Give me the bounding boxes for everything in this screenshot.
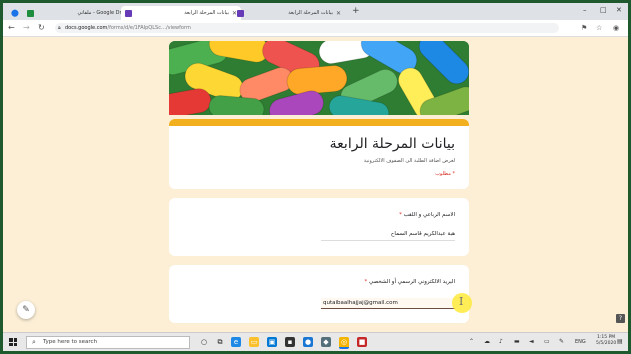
taskbar-clock[interactable]: 1:15 PM 5/5/2020 (596, 335, 616, 347)
question-text: الاسم الرباعي و اللقب (403, 212, 455, 218)
profile-icon[interactable]: ◉ (613, 24, 619, 32)
notifications-icon[interactable]: ▤ (617, 338, 623, 345)
volume-icon[interactable]: ◄ (529, 338, 534, 345)
taskbar-search-box[interactable]: ⌕ Type here to search (26, 336, 190, 349)
clock-date: 5/5/2020 (596, 341, 617, 346)
address-bar[interactable]: 🔒︎ docs.google.com/forms/d/e/1FAIpQLSc…/… (55, 23, 559, 33)
browser-tab-bar: ⬤ Google Drive - ملفاتي ✕ بيانات المرحلة… (3, 3, 628, 20)
tab-form-2[interactable]: بيانات المرحلة الرابعة ✕ (233, 6, 345, 20)
window-close-button[interactable]: ✕ (616, 6, 622, 14)
edge-icon[interactable]: e (231, 337, 241, 347)
pen-icon[interactable]: ✎ (559, 338, 564, 345)
question-label: البريد الالكتروني الرسمي أو الشخصي * (365, 279, 455, 285)
network-icon[interactable]: ▬ (514, 338, 520, 345)
email-answer-field[interactable] (321, 298, 455, 309)
question-card-email: البريد الالكتروني الرسمي أو الشخصي * (169, 265, 469, 323)
task-view-icon[interactable]: ⧉ (215, 337, 225, 347)
forward-icon[interactable]: → (23, 23, 30, 32)
form-title: بيانات المرحلة الرابعة (329, 136, 455, 152)
tab-title: Google Drive - ملفاتي (77, 10, 129, 16)
battery-icon[interactable]: ▭ (544, 338, 550, 345)
required-asterisk: * (364, 279, 368, 285)
new-tab-button[interactable]: + (352, 6, 360, 16)
text-cursor-icon: I (459, 295, 464, 308)
mouse-cursor-highlight: I (452, 293, 472, 313)
windows-taskbar: ⌕ Type here to search ○ ⧉ e ▭ ▣ ▪ ● ◆ ◎ … (3, 332, 628, 351)
candy-header-illustration (169, 41, 469, 115)
chrome-icon[interactable]: ◎ (339, 337, 349, 349)
app-icon[interactable]: ▪ (285, 337, 295, 347)
question-text: البريد الالكتروني الرسمي أو الشخصي (369, 279, 455, 285)
tray-cloud-icon[interactable]: ☁ (484, 338, 490, 345)
tray-chevron-icon[interactable]: ⌃ (469, 338, 474, 345)
name-answer-field[interactable]: هبة عبدالكريم قاسم السماح (321, 231, 455, 241)
minimize-button[interactable]: – (583, 6, 587, 14)
screen: ⬤ Google Drive - ملفاتي ✕ بيانات المرحلة… (3, 3, 628, 351)
form-header-image (169, 41, 469, 115)
required-note: * مطلوب (435, 171, 455, 177)
help-icon[interactable]: ? (616, 314, 625, 323)
tab-title: بيانات المرحلة الرابعة (184, 10, 229, 16)
form-title-card: بيانات المرحلة الرابعة لغرض اضافة الطلبة… (169, 119, 469, 189)
required-asterisk: * (399, 212, 402, 218)
question-label: الاسم الرباعي و اللقب * (399, 212, 455, 218)
app-icon-gray[interactable]: ◆ (321, 337, 331, 347)
reload-icon[interactable]: ↻ (38, 23, 45, 32)
tab-title: بيانات المرحلة الرابعة (288, 10, 333, 16)
language-indicator[interactable]: ENG (575, 339, 586, 345)
store-icon[interactable]: ▣ (267, 337, 277, 347)
edit-pencil-icon[interactable]: ✎ (17, 301, 35, 319)
url-path: /forms/d/e/1FAIpQLSc…/viewform (107, 25, 191, 31)
app-icon-red[interactable]: ■ (357, 337, 367, 347)
translate-icon[interactable]: ⚑ (581, 24, 587, 32)
close-icon[interactable]: ✕ (336, 10, 341, 17)
app-icon-blue[interactable]: ● (303, 337, 313, 347)
form-description: لغرض اضافة الطلبة الى الصفوف الالكترونية (363, 158, 455, 164)
maximize-button[interactable]: □ (600, 6, 607, 14)
file-explorer-icon[interactable]: ▭ (249, 337, 259, 347)
forms-icon (125, 9, 132, 17)
url-host: docs.google.com (65, 25, 108, 31)
question-card-name: الاسم الرباعي و اللقب * هبة عبدالكريم قا… (169, 198, 469, 256)
windows-start-icon[interactable] (9, 338, 17, 346)
bookmark-star-icon[interactable]: ☆ (596, 24, 602, 32)
drive-icon (27, 9, 34, 17)
lock-icon: 🔒︎ (58, 25, 61, 31)
microphone-icon[interactable]: ♪ (499, 338, 503, 345)
forms-icon (237, 9, 244, 17)
chrome-menu-icon[interactable]: ⬤ (7, 6, 21, 20)
search-icon: ⌕ (32, 338, 36, 346)
search-placeholder: Type here to search (43, 339, 98, 345)
back-icon[interactable]: ← (8, 23, 15, 32)
tab-form-active[interactable]: بيانات المرحلة الرابعة ✕ (121, 6, 241, 20)
navigation-bar: ← → ↻ 🔒︎ docs.google.com/forms/d/e/1FAIp… (3, 20, 628, 37)
cortana-icon[interactable]: ○ (199, 337, 209, 347)
